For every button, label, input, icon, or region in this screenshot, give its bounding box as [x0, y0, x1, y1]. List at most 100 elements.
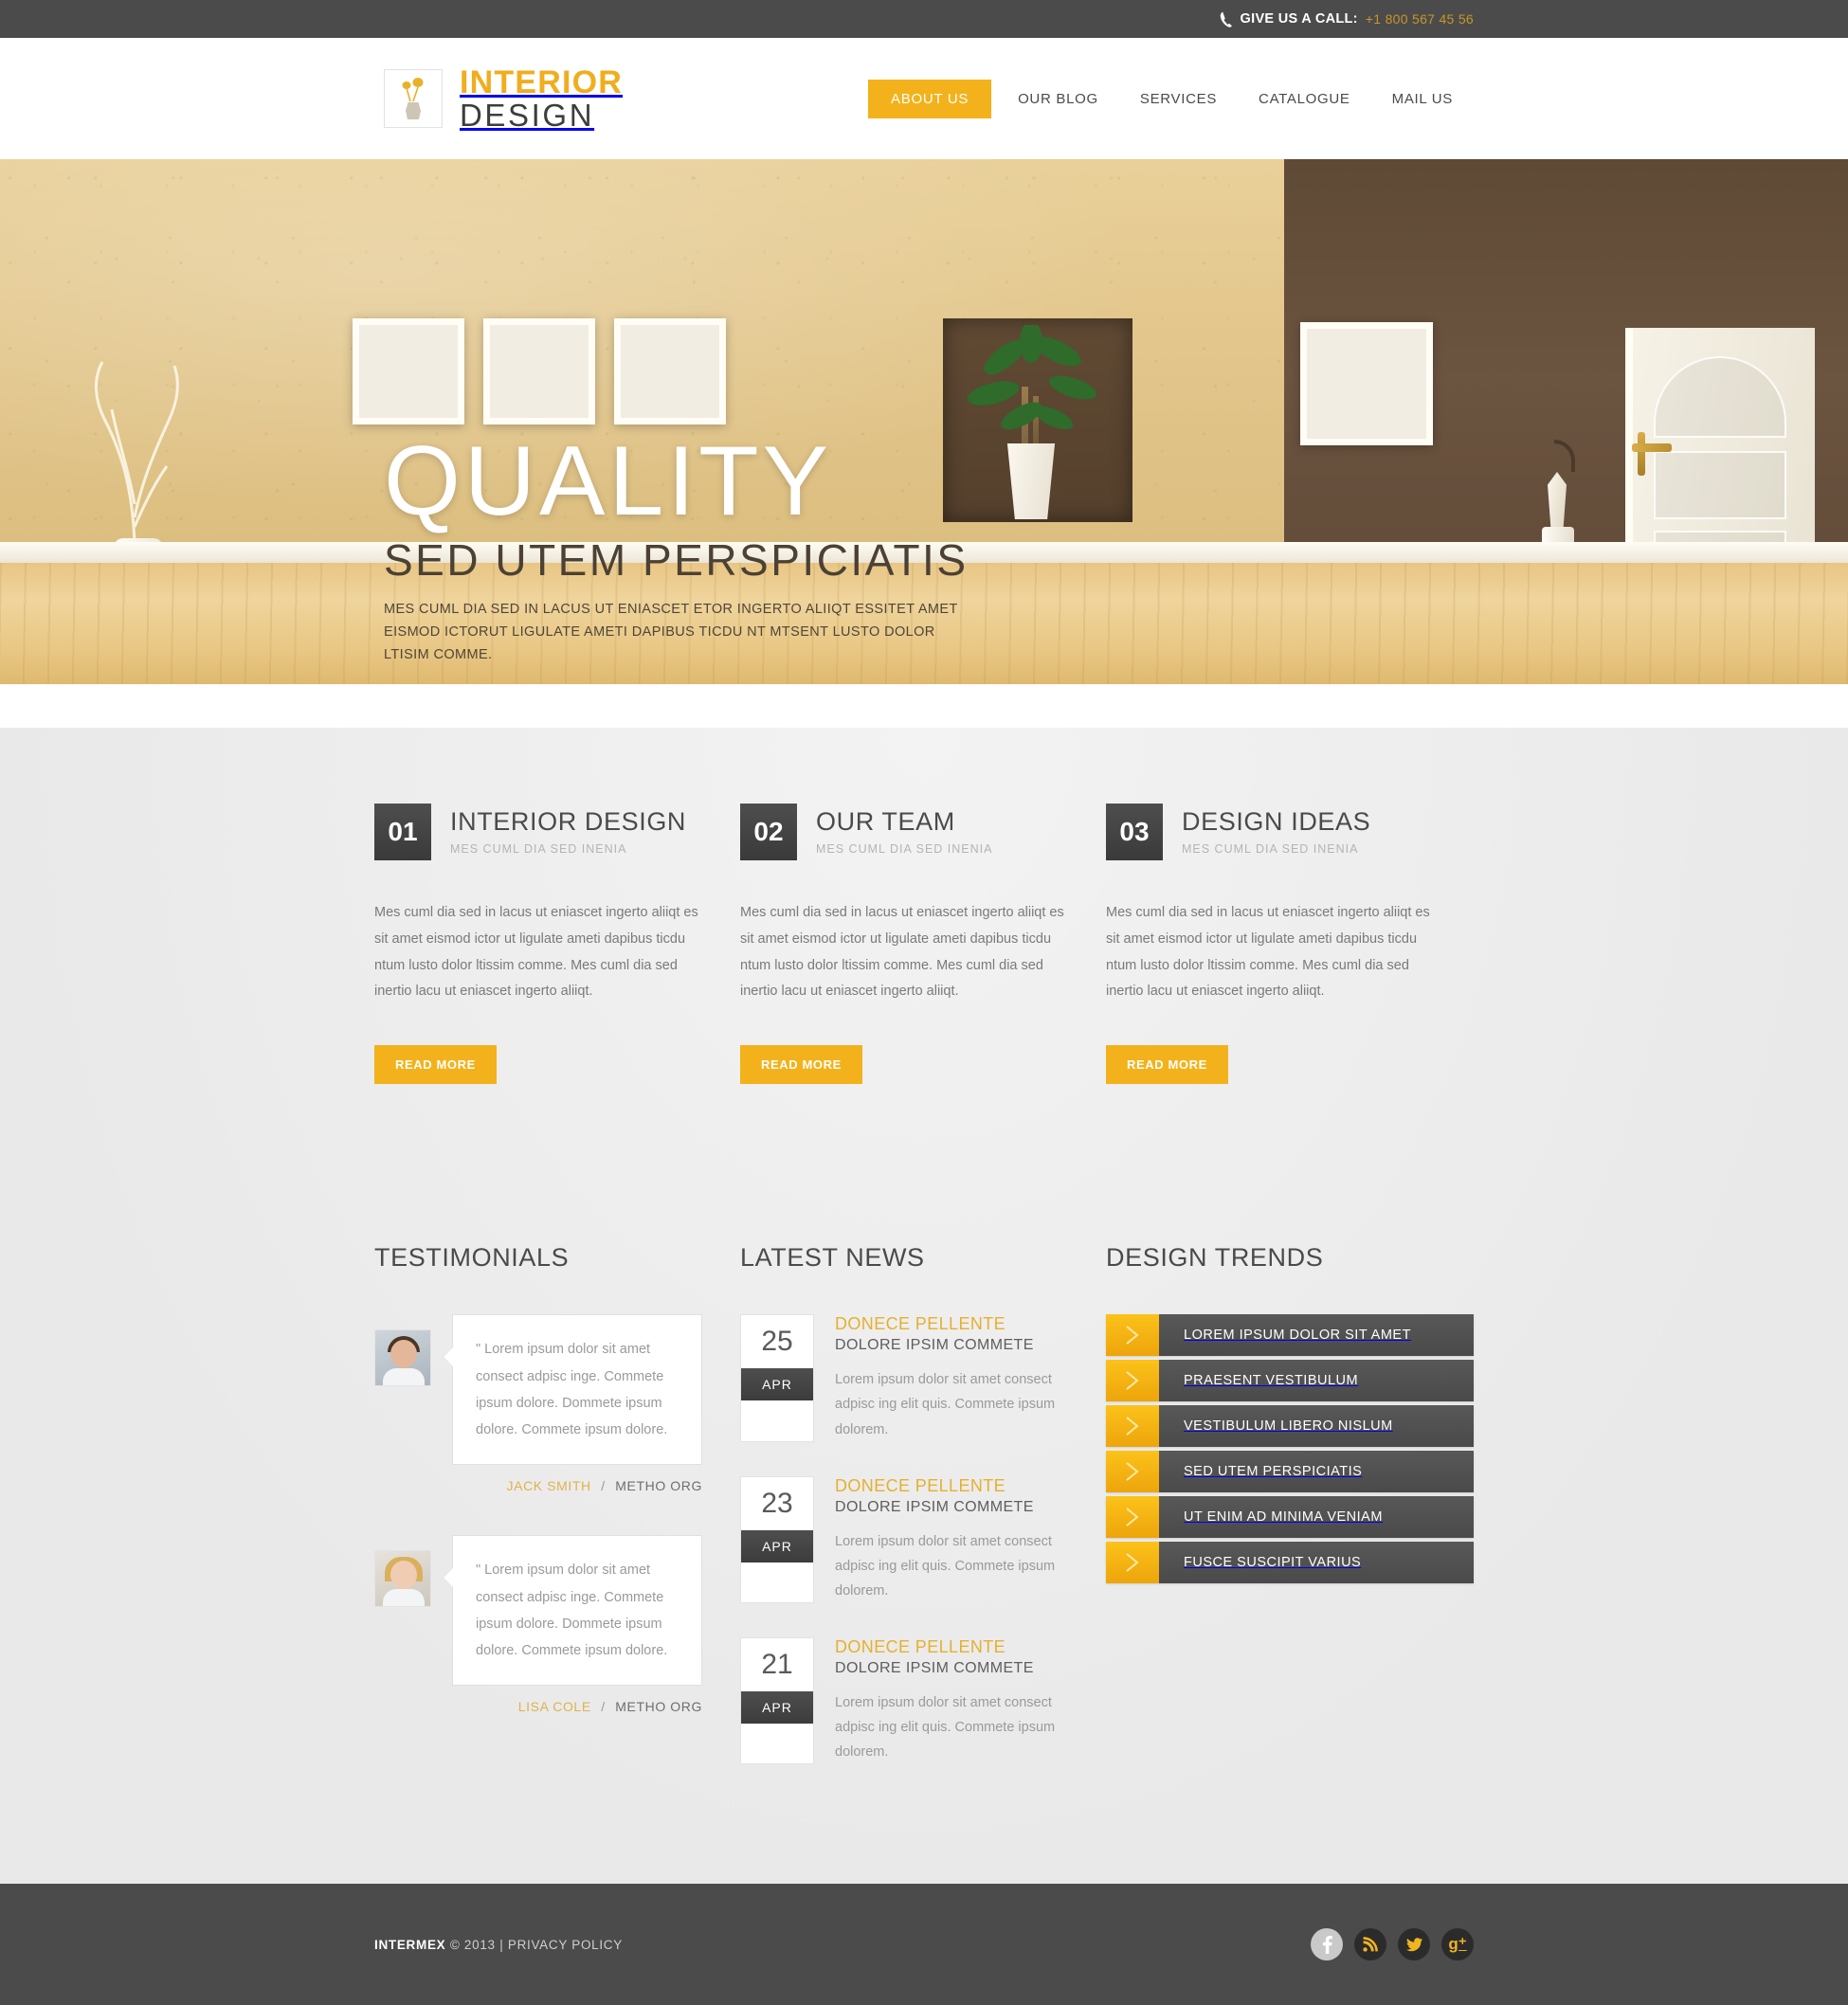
features-row: 01 INTERIOR DESIGN MES CUML DIA SED INEN…: [374, 804, 1474, 1085]
news-date-badge: 23 APR: [740, 1475, 814, 1603]
hero-slider: QUALITY SED UTEM PERSPICIATIS MES CUML D…: [0, 159, 1848, 684]
footer-brand: INTERMEX: [374, 1937, 446, 1952]
news-item[interactable]: 23 APR DONECE PELLENTE DOLORE IPSIM COMM…: [740, 1475, 1068, 1603]
news-item[interactable]: 21 APR DONECE PELLENTE DOLORE IPSIM COMM…: [740, 1636, 1068, 1765]
feature-card-our-team: 02 OUR TEAM MES CUML DIA SED INENIA Mes …: [740, 804, 1106, 1085]
testimonial-author[interactable]: JACK SMITH: [507, 1478, 591, 1493]
facebook-icon[interactable]: [1311, 1928, 1343, 1961]
trend-label: UT ENIM AD MINIMA VENIAM: [1159, 1496, 1474, 1539]
social-links: g⁺: [1311, 1928, 1474, 1961]
latest-news-column: LATEST NEWS 25 APR DONECE PELLENTE DOLOR…: [740, 1243, 1106, 1798]
chevron-right-icon: [1106, 1360, 1159, 1402]
feature-number: 03: [1106, 804, 1163, 860]
feature-subtitle: MES CUML DIA SED INENIA: [450, 842, 627, 856]
hero-description: MES CUML DIA SED IN LACUS UT ENIASCET ET…: [384, 601, 958, 662]
feature-title: INTERIOR DESIGN: [450, 807, 687, 836]
testimonials-title: TESTIMONIALS: [374, 1243, 570, 1273]
site-footer: INTERMEX © 2013 | PRIVACY POLICY g⁺: [0, 1884, 1848, 2005]
news-month: APR: [741, 1529, 813, 1562]
phone-icon: [1220, 11, 1233, 27]
testimonial-quote: " Lorem ipsum dolor sit amet consect adp…: [476, 1562, 668, 1659]
news-title[interactable]: DONECE PELLENTE: [835, 1476, 1068, 1496]
chevron-right-icon: [1106, 1405, 1159, 1448]
news-day: 23: [761, 1487, 793, 1519]
feature-body: Mes cuml dia sed in lacus ut eniascet in…: [1106, 905, 1430, 1000]
footer-copyright-year: © 2013: [449, 1937, 496, 1952]
news-body: Lorem ipsum dolor sit amet consect adpis…: [835, 1694, 1056, 1761]
read-more-button[interactable]: READ MORE: [1106, 1045, 1228, 1085]
top-bar: GIVE US A CALL: +1 800 567 45 56: [0, 0, 1848, 38]
testimonial-org: METHO ORG: [615, 1478, 702, 1494]
news-title[interactable]: DONECE PELLENTE: [835, 1314, 1068, 1334]
feature-body: Mes cuml dia sed in lacus ut eniascet in…: [740, 905, 1064, 1000]
trend-item[interactable]: VESTIBULUM LIBERO NISLUM: [1106, 1405, 1474, 1448]
news-month: APR: [741, 1368, 813, 1401]
feature-subtitle: MES CUML DIA SED INENIA: [816, 842, 993, 856]
phone-number[interactable]: +1 800 567 45 56: [1366, 11, 1474, 27]
nav-item-catalogue[interactable]: CATALOGUE: [1238, 91, 1371, 107]
news-subtitle: DOLORE IPSIM COMMETE: [835, 1498, 1034, 1515]
google-plus-icon[interactable]: g⁺: [1441, 1928, 1474, 1961]
feature-card-design-ideas: 03 DESIGN IDEAS MES CUML DIA SED INENIA …: [1106, 804, 1472, 1085]
privacy-policy-link[interactable]: PRIVACY POLICY: [508, 1938, 623, 1952]
content-section: 01 INTERIOR DESIGN MES CUML DIA SED INEN…: [0, 728, 1848, 1885]
testimonials-column: TESTIMONIALS " Lorem ipsum dolor sit ame…: [374, 1243, 740, 1798]
man-avatar: [374, 1329, 431, 1387]
news-item[interactable]: 25 APR DONECE PELLENTE DOLORE IPSIM COMM…: [740, 1314, 1068, 1442]
design-trends-title: DESIGN TRENDS: [1106, 1243, 1324, 1273]
news-subtitle: DOLORE IPSIM COMMETE: [835, 1337, 1034, 1354]
testimonial-item: " Lorem ipsum dolor sit amet consect adp…: [374, 1535, 702, 1687]
trend-label: FUSCE SUSCIPIT VARIUS: [1159, 1542, 1474, 1584]
rss-icon[interactable]: [1354, 1928, 1386, 1961]
read-more-button[interactable]: READ MORE: [374, 1045, 497, 1085]
chevron-right-icon: [1106, 1314, 1159, 1357]
nav-item-about-us[interactable]: ABOUT US: [868, 79, 992, 118]
trend-label: SED UTEM PERSPICIATIS: [1159, 1451, 1474, 1493]
vase-with-flowers-icon: [384, 69, 443, 128]
attribution-separator: /: [601, 1699, 606, 1715]
woman-avatar: [374, 1550, 431, 1608]
call-us-label: GIVE US A CALL:: [1240, 11, 1358, 27]
testimonial-attribution: JACK SMITH / METHO ORG: [374, 1478, 702, 1493]
testimonial-attribution: LISA COLE / METHO ORG: [374, 1699, 702, 1714]
feature-number: 01: [374, 804, 431, 860]
testimonial-bubble: " Lorem ipsum dolor sit amet consect adp…: [443, 1314, 702, 1466]
feature-card-interior-design: 01 INTERIOR DESIGN MES CUML DIA SED INEN…: [374, 804, 740, 1085]
chevron-right-icon: [1106, 1496, 1159, 1539]
page-root: GIVE US A CALL: +1 800 567 45 56 INTERIO…: [0, 0, 1848, 2005]
feature-subtitle: MES CUML DIA SED INENIA: [1182, 842, 1359, 856]
trend-item[interactable]: LOREM IPSUM DOLOR SIT AMET: [1106, 1314, 1474, 1357]
chevron-right-icon: [1106, 1451, 1159, 1493]
design-trends-column: DESIGN TRENDS LOREM IPSUM DOLOR SIT AMET: [1106, 1243, 1474, 1798]
feature-title: OUR TEAM: [816, 807, 955, 836]
copyright: INTERMEX © 2013 | PRIVACY POLICY: [374, 1938, 623, 1952]
trend-label: VESTIBULUM LIBERO NISLUM: [1159, 1405, 1474, 1448]
feature-number: 02: [740, 804, 797, 860]
chevron-right-icon: [1106, 1542, 1159, 1584]
trend-item[interactable]: SED UTEM PERSPICIATIS: [1106, 1451, 1474, 1493]
main-navigation: ABOUT US OUR BLOG SERVICES CATALOGUE MAI…: [868, 79, 1474, 118]
hero-title: QUALITY: [384, 426, 832, 536]
plant-icon: [967, 325, 1096, 430]
feature-body: Mes cuml dia sed in lacus ut eniascet in…: [374, 905, 698, 1000]
nav-item-services[interactable]: SERVICES: [1119, 91, 1238, 107]
call-us-block: GIVE US A CALL: +1 800 567 45 56: [1220, 11, 1474, 27]
logo-line-1: INTERIOR: [460, 64, 624, 100]
latest-news-title: LATEST NEWS: [740, 1243, 925, 1273]
trend-item[interactable]: UT ENIM AD MINIMA VENIAM: [1106, 1496, 1474, 1539]
twitter-icon[interactable]: [1398, 1928, 1430, 1961]
news-date-badge: 21 APR: [740, 1636, 814, 1765]
site-logo[interactable]: INTERIOR DESIGN: [384, 66, 623, 131]
news-date-badge: 25 APR: [740, 1314, 814, 1442]
news-subtitle: DOLORE IPSIM COMMETE: [835, 1659, 1034, 1676]
trend-item[interactable]: PRAESENT VESTIBULUM: [1106, 1360, 1474, 1402]
testimonial-author[interactable]: LISA COLE: [518, 1699, 591, 1714]
news-body: Lorem ipsum dolor sit amet consect adpis…: [835, 1533, 1056, 1599]
nav-item-our-blog[interactable]: OUR BLOG: [997, 91, 1119, 107]
trend-item[interactable]: FUSCE SUSCIPIT VARIUS: [1106, 1542, 1474, 1584]
bottom-columns: TESTIMONIALS " Lorem ipsum dolor sit ame…: [374, 1084, 1474, 1884]
read-more-button[interactable]: READ MORE: [740, 1045, 862, 1085]
nav-item-mail-us[interactable]: MAIL US: [1371, 91, 1474, 107]
news-title[interactable]: DONECE PELLENTE: [835, 1637, 1068, 1657]
site-header: INTERIOR DESIGN ABOUT US OUR BLOG SERVIC…: [0, 38, 1848, 159]
